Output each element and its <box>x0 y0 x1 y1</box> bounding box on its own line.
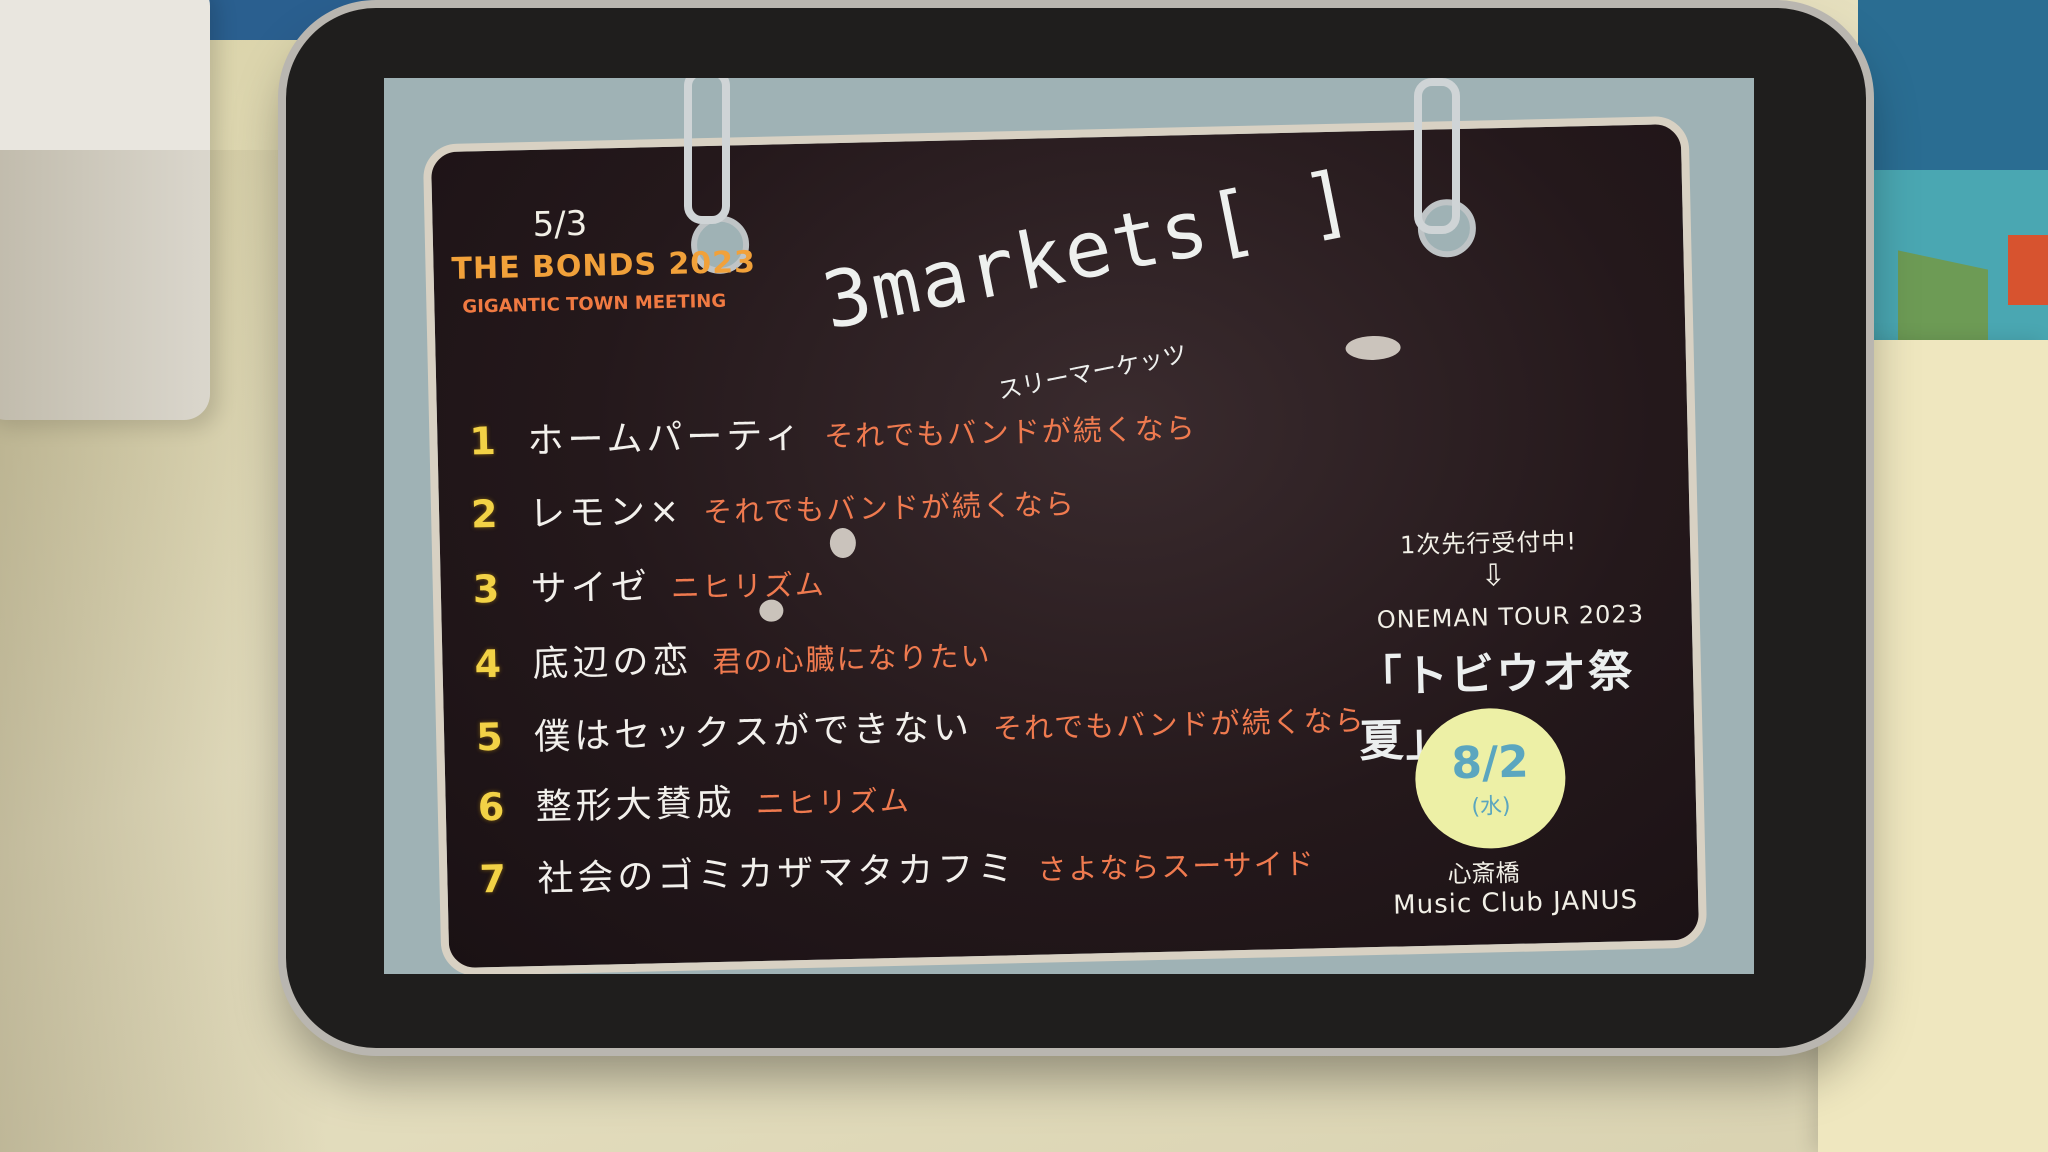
setlist-item: 2 レモン× それでもバンドが続くなら <box>470 473 1077 539</box>
setlist-item: 7 社会のゴミカザマタカフミ さよならスーサイド <box>479 832 1316 903</box>
song-number: 7 <box>478 856 507 902</box>
setlist-item: 6 整形大賛成 ニヒリズム <box>477 770 911 832</box>
setlist-item: 1 ホームパーティ それでもバンドが続くなら <box>469 397 1197 465</box>
song-number: 5 <box>475 714 504 760</box>
metal-ring-right <box>1414 78 1460 234</box>
down-arrow-icon: ⇩ <box>1480 558 1507 594</box>
song-album: それでもバンドが続くなら <box>992 703 1366 746</box>
setlist-item: 3 サイゼ ニヒリズム <box>472 553 826 613</box>
band-name-kana: スリーマーケッツ <box>995 339 1190 405</box>
song-album: ニヒリズム <box>755 783 912 822</box>
venue-name: Music Club JANUS <box>1392 885 1639 921</box>
band-name: 3markets[ ] <box>815 153 1362 348</box>
background-shadow <box>0 150 330 1152</box>
song-title: 社会のゴミカザマタカフミ <box>536 848 1018 901</box>
song-album: それでもバンドが続くなら <box>823 410 1198 454</box>
presale-notice: 1次先行受付中! <box>1399 527 1578 560</box>
background-blue-object <box>1858 0 2048 170</box>
chalk-smudge <box>1345 335 1401 361</box>
event-subtitle: GIGANTIC TOWN MEETING <box>462 290 727 318</box>
song-title: 底辺の恋 <box>532 640 693 686</box>
song-title: サイゼ <box>530 566 652 611</box>
tour-day: (水) <box>1471 793 1511 820</box>
song-number: 3 <box>472 566 500 612</box>
song-number: 6 <box>477 784 505 830</box>
song-album: 君の心臓になりたい <box>712 638 992 680</box>
event-title: THE BONDS 2023 <box>451 244 757 287</box>
venue-area: 心斎橋 <box>1447 858 1520 889</box>
song-number: 4 <box>474 641 502 687</box>
song-album: さよならスーサイド <box>1036 846 1317 887</box>
song-album: ニヒリズム <box>670 567 827 605</box>
tour-date: 8/2 <box>1450 736 1530 789</box>
metal-ring-left <box>684 78 730 224</box>
setlist-item: 4 底辺の恋 君の心臓になりたい <box>474 625 992 689</box>
setlist-item: 5 僕はセックスができない それでもバンドが続くなら <box>476 689 1366 761</box>
song-number: 2 <box>470 491 499 537</box>
setlist-date: 5/3 <box>532 203 588 245</box>
tour-label: ONEMAN TOUR 2023 <box>1376 599 1645 634</box>
background-red-object <box>2008 235 2048 305</box>
song-title: 整形大賛成 <box>535 782 737 829</box>
tablet-screen: 5/3 THE BONDS 2023 GIGANTIC TOWN MEETING… <box>384 78 1754 974</box>
song-number: 1 <box>468 418 497 464</box>
chalkboard-setlist: 5/3 THE BONDS 2023 GIGANTIC TOWN MEETING… <box>422 115 1708 974</box>
song-title: レモン× <box>528 490 684 536</box>
song-title: 僕はセックスができない <box>533 707 974 759</box>
song-title: ホームパーティ <box>527 414 805 463</box>
chalk-smudge <box>829 527 857 559</box>
song-album: それでもバンドが続くなら <box>702 486 1077 530</box>
photo-scene: 5/3 THE BONDS 2023 GIGANTIC TOWN MEETING… <box>0 0 2048 1152</box>
